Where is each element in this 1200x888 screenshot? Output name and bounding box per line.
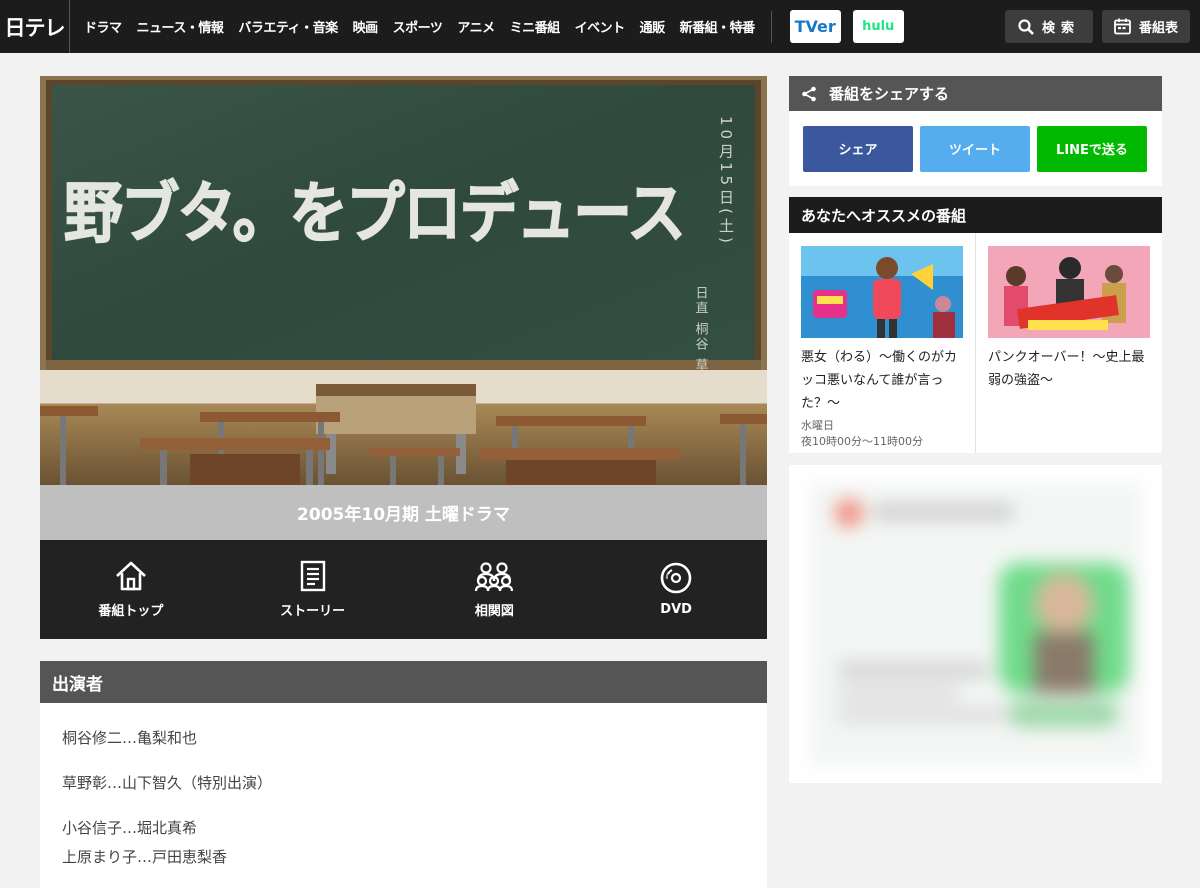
menu-relationship-label: 相関図 [474, 604, 514, 619]
disc-icon [660, 562, 692, 594]
menu-story[interactable]: ストーリー [222, 540, 404, 639]
line-share-button[interactable]: LINEで送る [1037, 125, 1147, 172]
share-icon [802, 86, 816, 101]
service-links: TVer hulu [789, 10, 904, 43]
recommend-thumbnail[interactable] [988, 246, 1150, 338]
facebook-share-button[interactable]: シェア [803, 125, 913, 172]
recommend-thumbnail[interactable] [801, 246, 963, 338]
tver-button[interactable]: TVer [789, 10, 841, 43]
search-button[interactable]: 検索 [1005, 10, 1093, 43]
menu-program-top-label: 番組トップ [98, 604, 164, 619]
calendar-icon [1114, 18, 1131, 35]
hero-banner: 野ブタ。をプロデュース 10月15日(土) 日直 桐谷 草野 [40, 76, 767, 485]
nav-anime[interactable]: アニメ [457, 17, 495, 36]
hero-illustration: 野ブタ。をプロデュース 10月15日(土) 日直 桐谷 草野 [40, 76, 767, 485]
nav-divider [770, 10, 772, 43]
nav-shopping[interactable]: 通販 [640, 17, 666, 36]
header-actions: 検索 番組表 [1005, 10, 1190, 43]
nav-event[interactable]: イベント [575, 17, 626, 36]
program-menu: 番組トップ ストーリー 相関図 DVD [40, 540, 767, 639]
cast-list: 桐谷修二…亀梨和也 草野彰…山下智久（特別出演） 小谷信子…堀北真希 上原まり子… [40, 703, 767, 888]
cast-line: 桐谷修二…亀梨和也 [62, 729, 198, 747]
schedule-button[interactable]: 番組表 [1102, 10, 1190, 43]
recommend-thumbnail-image [801, 246, 963, 338]
share-buttons: シェア ツイート LINEで送る [789, 111, 1162, 186]
menu-story-label: ストーリー [280, 604, 346, 619]
menu-dvd[interactable]: DVD [585, 540, 767, 639]
home-icon [115, 561, 146, 591]
cast-heading: 出演者 [40, 661, 767, 703]
cast-line: 小谷信子…堀北真希 [62, 819, 198, 837]
document-icon [300, 560, 325, 592]
schedule-label: 番組表 [1139, 21, 1179, 36]
recommend-heading: あなたへオススメの番組 [789, 197, 1162, 233]
ntv-logo[interactable]: 日テレ [0, 0, 70, 53]
nav-variety[interactable]: バラエティ・音楽 [238, 17, 338, 36]
hero-chalk-title: 野ブタ。をプロデュース [64, 175, 684, 252]
nav-movie[interactable]: 映画 [353, 17, 379, 36]
global-header: 日テレ ドラマ ニュース・情報 バラエティ・音楽 映画 スポーツ アニメ ミニ番… [0, 0, 1200, 53]
season-label: 2005年10月期 土曜ドラマ [40, 485, 767, 540]
nav-mini[interactable]: ミニ番組 [510, 17, 561, 36]
menu-relationship-chart[interactable]: 相関図 [404, 540, 586, 639]
share-heading: 番組をシェアする [789, 76, 1162, 111]
share-heading-label: 番組をシェアする [829, 85, 950, 103]
recommend-list: 悪女（わる）～働くのがカッコ悪いなんて誰が言った？～ 水曜日 夜10時00分～1… [789, 233, 1162, 453]
recommend-time: 夜10時00分～11時00分 [801, 435, 923, 448]
nav-sports[interactable]: スポーツ [393, 17, 443, 36]
recommend-title[interactable]: 悪女（わる）～働くのがカッコ悪いなんて誰が言った？～ [801, 346, 963, 415]
nav-new-programs[interactable]: 新番組・特番 [680, 17, 756, 36]
recommend-thumbnail-image [988, 246, 1150, 338]
nav-news[interactable]: ニュース・情報 [137, 17, 224, 36]
search-icon [1018, 18, 1034, 35]
search-label: 検索 [1041, 21, 1080, 36]
recommend-card[interactable]: パンクオーバー！～史上最弱の強盗～ [975, 233, 1161, 453]
menu-dvd-label: DVD [660, 602, 692, 617]
recommend-title[interactable]: パンクオーバー！～史上最弱の強盗～ [988, 346, 1149, 392]
advertisement[interactable] [789, 465, 1162, 783]
recommend-day: 水曜日 [801, 419, 834, 432]
cast-line: 上原まり子…戸田恵梨香 [62, 848, 228, 866]
ad-blurred-content [809, 483, 1142, 765]
main-nav: ドラマ ニュース・情報 バラエティ・音楽 映画 スポーツ アニメ ミニ番組 イベ… [70, 17, 755, 36]
menu-program-top[interactable]: 番組トップ [40, 540, 222, 639]
people-icon [475, 562, 514, 592]
hero-chalk-date: 10月15日(土) [717, 116, 735, 247]
recommend-card[interactable]: 悪女（わる）～働くのがカッコ悪いなんて誰が言った？～ 水曜日 夜10時00分～1… [789, 233, 975, 453]
logo-text: 日テレ [4, 15, 66, 40]
nav-drama[interactable]: ドラマ [84, 17, 122, 36]
twitter-share-button[interactable]: ツイート [920, 125, 1030, 172]
hulu-button[interactable]: hulu [852, 10, 904, 43]
cast-line: 草野彰…山下智久（特別出演） [62, 774, 273, 792]
